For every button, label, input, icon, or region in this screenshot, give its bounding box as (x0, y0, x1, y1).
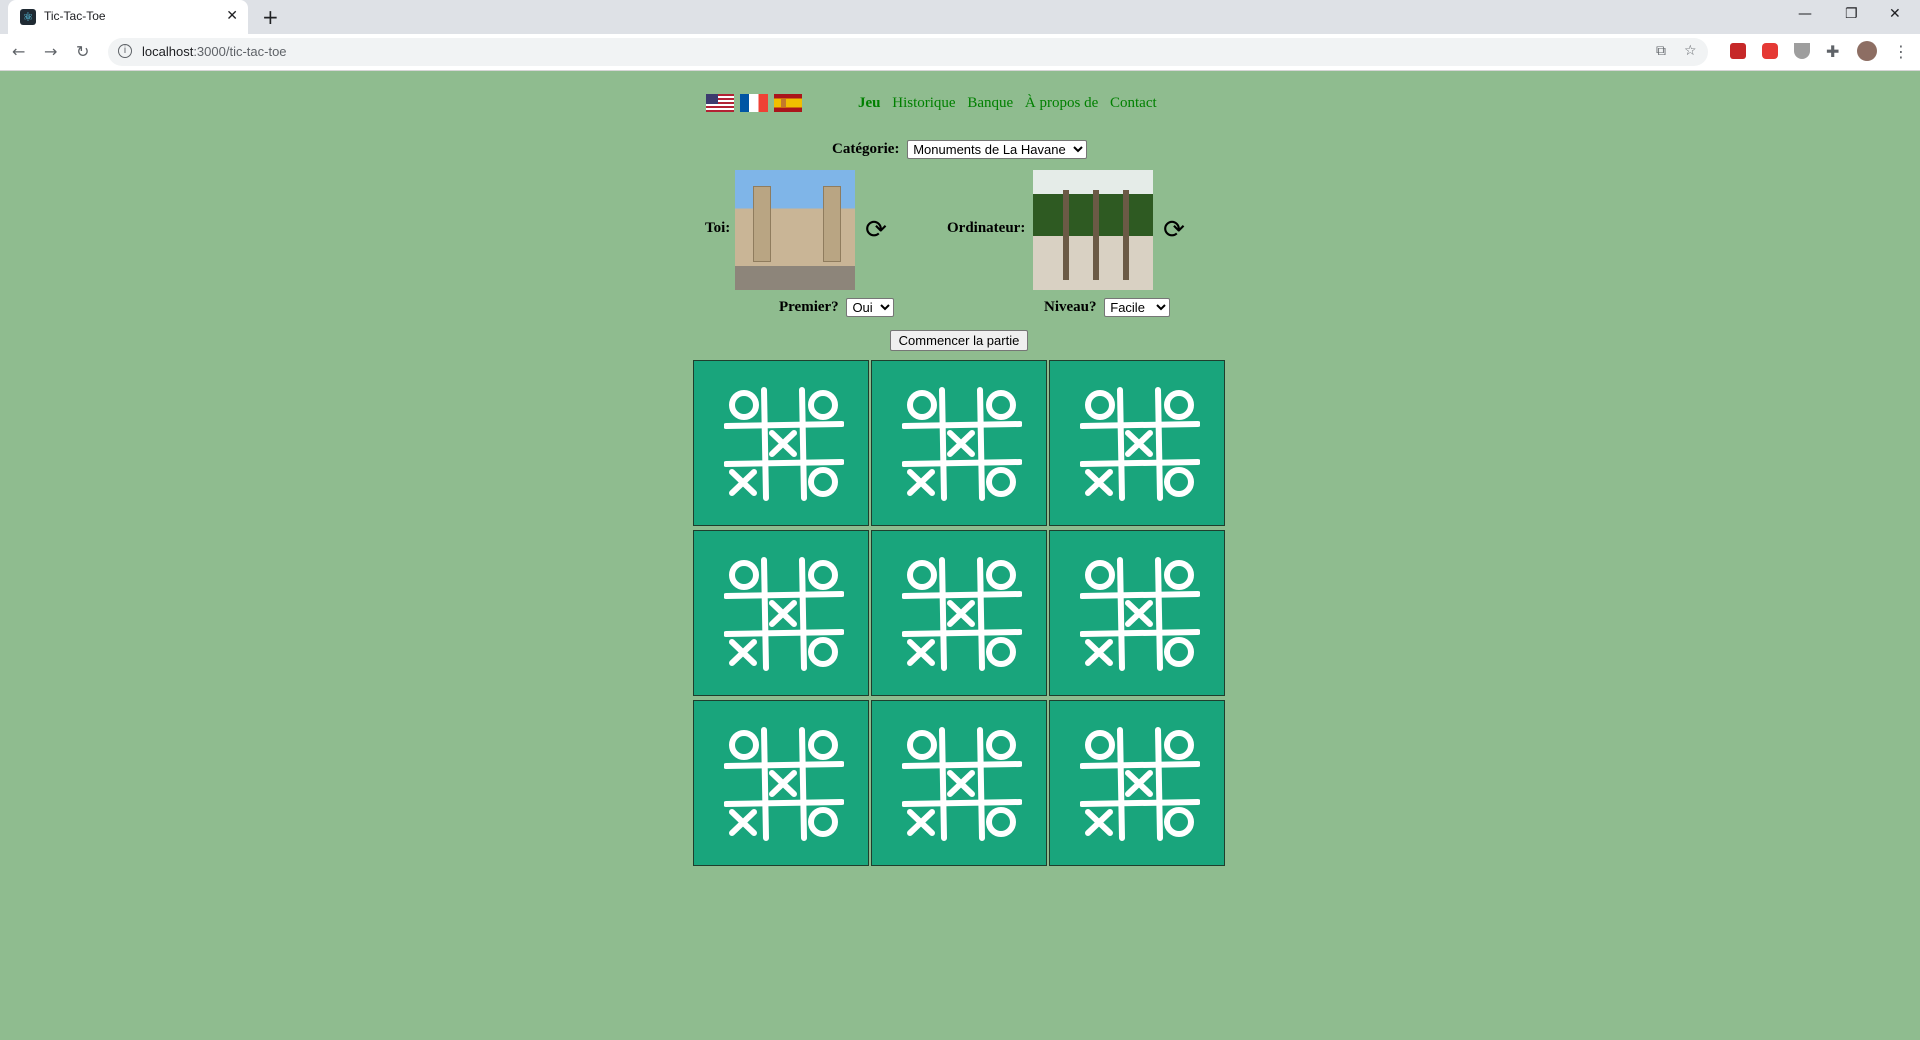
extensions-puzzle-icon[interactable]: ✚ (1826, 42, 1839, 61)
category-select[interactable]: Monuments de La Havane (907, 140, 1088, 159)
board-cell[interactable] (693, 530, 869, 696)
active-tab[interactable]: ⚛ Tic-Tac-Toe ✕ (8, 0, 248, 34)
main-nav: Jeu Historique Banque À propos de Contac… (858, 95, 1165, 112)
board-cell[interactable] (871, 530, 1047, 696)
board-cell[interactable] (1049, 530, 1225, 696)
es-flag-icon[interactable] (774, 94, 802, 112)
nav-historique[interactable]: Historique (892, 95, 955, 111)
tic-tac-toe-icon (724, 557, 844, 671)
us-flag-icon[interactable] (706, 94, 734, 112)
tic-tac-toe-icon (724, 387, 844, 501)
nav-a-propos[interactable]: À propos de (1025, 95, 1098, 111)
back-icon[interactable]: ← (12, 42, 25, 61)
level-label: Niveau? (1044, 298, 1097, 315)
restore-icon[interactable]: ❐ (1845, 6, 1858, 22)
first-label: Premier? (779, 298, 839, 315)
refresh-player-icon[interactable]: ⟳ (861, 215, 891, 245)
nav-contact[interactable]: Contact (1110, 95, 1157, 111)
category-label: Catégorie: (832, 140, 900, 157)
category-row: Catégorie: Monuments de La Havane (832, 140, 1088, 159)
close-window-icon[interactable]: ✕ (1889, 6, 1901, 22)
nav-jeu[interactable]: Jeu (858, 95, 881, 111)
extension-icon[interactable] (1794, 43, 1810, 59)
avatar[interactable] (1857, 41, 1877, 61)
fr-flag-icon[interactable] (740, 94, 768, 112)
menu-icon[interactable]: ⋮ (1893, 42, 1909, 61)
page-content: Jeu Historique Banque À propos de Contac… (0, 70, 1920, 1040)
forward-icon[interactable]: → (44, 42, 57, 61)
player-image (735, 170, 855, 290)
tic-tac-toe-icon (1080, 557, 1200, 671)
browser-toolbar: ← → ↻ i localhost:3000/tic-tac-toe ⧉ ☆ ✚… (0, 34, 1920, 71)
address-bar[interactable]: i localhost:3000/tic-tac-toe ⧉ ☆ (108, 38, 1708, 66)
new-tab-icon[interactable]: + (262, 5, 279, 29)
tab-strip: ⚛ Tic-Tac-Toe ✕ + — ❐ ✕ (0, 0, 1920, 34)
tab-title: Tic-Tac-Toe (44, 9, 106, 23)
info-icon[interactable]: i (118, 44, 132, 58)
extension-icon[interactable] (1730, 43, 1746, 59)
tic-tac-toe-icon (1080, 727, 1200, 841)
refresh-computer-icon[interactable]: ⟳ (1159, 215, 1189, 245)
tic-tac-toe-icon (902, 557, 1022, 671)
board-cell[interactable] (1049, 360, 1225, 526)
computer-label: Ordinateur: (947, 220, 1026, 236)
url-text[interactable]: localhost:3000/tic-tac-toe (142, 44, 287, 59)
react-icon: ⚛ (20, 9, 36, 25)
close-tab-icon[interactable]: ✕ (226, 8, 238, 24)
tic-tac-toe-icon (902, 387, 1022, 501)
game-board (693, 360, 1228, 870)
extension-icon[interactable] (1762, 43, 1778, 59)
level-row: Niveau? Facile (1044, 298, 1171, 317)
level-select[interactable]: Facile (1104, 298, 1171, 317)
tic-tac-toe-icon (1080, 387, 1200, 501)
board-cell[interactable] (693, 360, 869, 526)
minimize-icon[interactable]: — (1798, 6, 1812, 22)
translate-icon[interactable]: ⧉ (1656, 43, 1666, 59)
you-label: Toi: (705, 220, 731, 236)
reload-icon[interactable]: ↻ (76, 42, 89, 61)
computer-image (1033, 170, 1153, 290)
bookmark-star-icon[interactable]: ☆ (1684, 43, 1697, 59)
url-host: localhost (142, 44, 194, 59)
first-select[interactable]: Oui (846, 298, 895, 317)
board-cell[interactable] (1049, 700, 1225, 866)
tic-tac-toe-icon (902, 727, 1022, 841)
board-cell[interactable] (871, 360, 1047, 526)
nav-banque[interactable]: Banque (967, 95, 1013, 111)
first-row: Premier? Oui (779, 298, 895, 317)
url-path: :3000/tic-tac-toe (193, 44, 287, 59)
board-cell[interactable] (871, 700, 1047, 866)
start-game-button[interactable]: Commencer la partie (890, 330, 1028, 351)
board-cell[interactable] (693, 700, 869, 866)
tic-tac-toe-icon (724, 727, 844, 841)
